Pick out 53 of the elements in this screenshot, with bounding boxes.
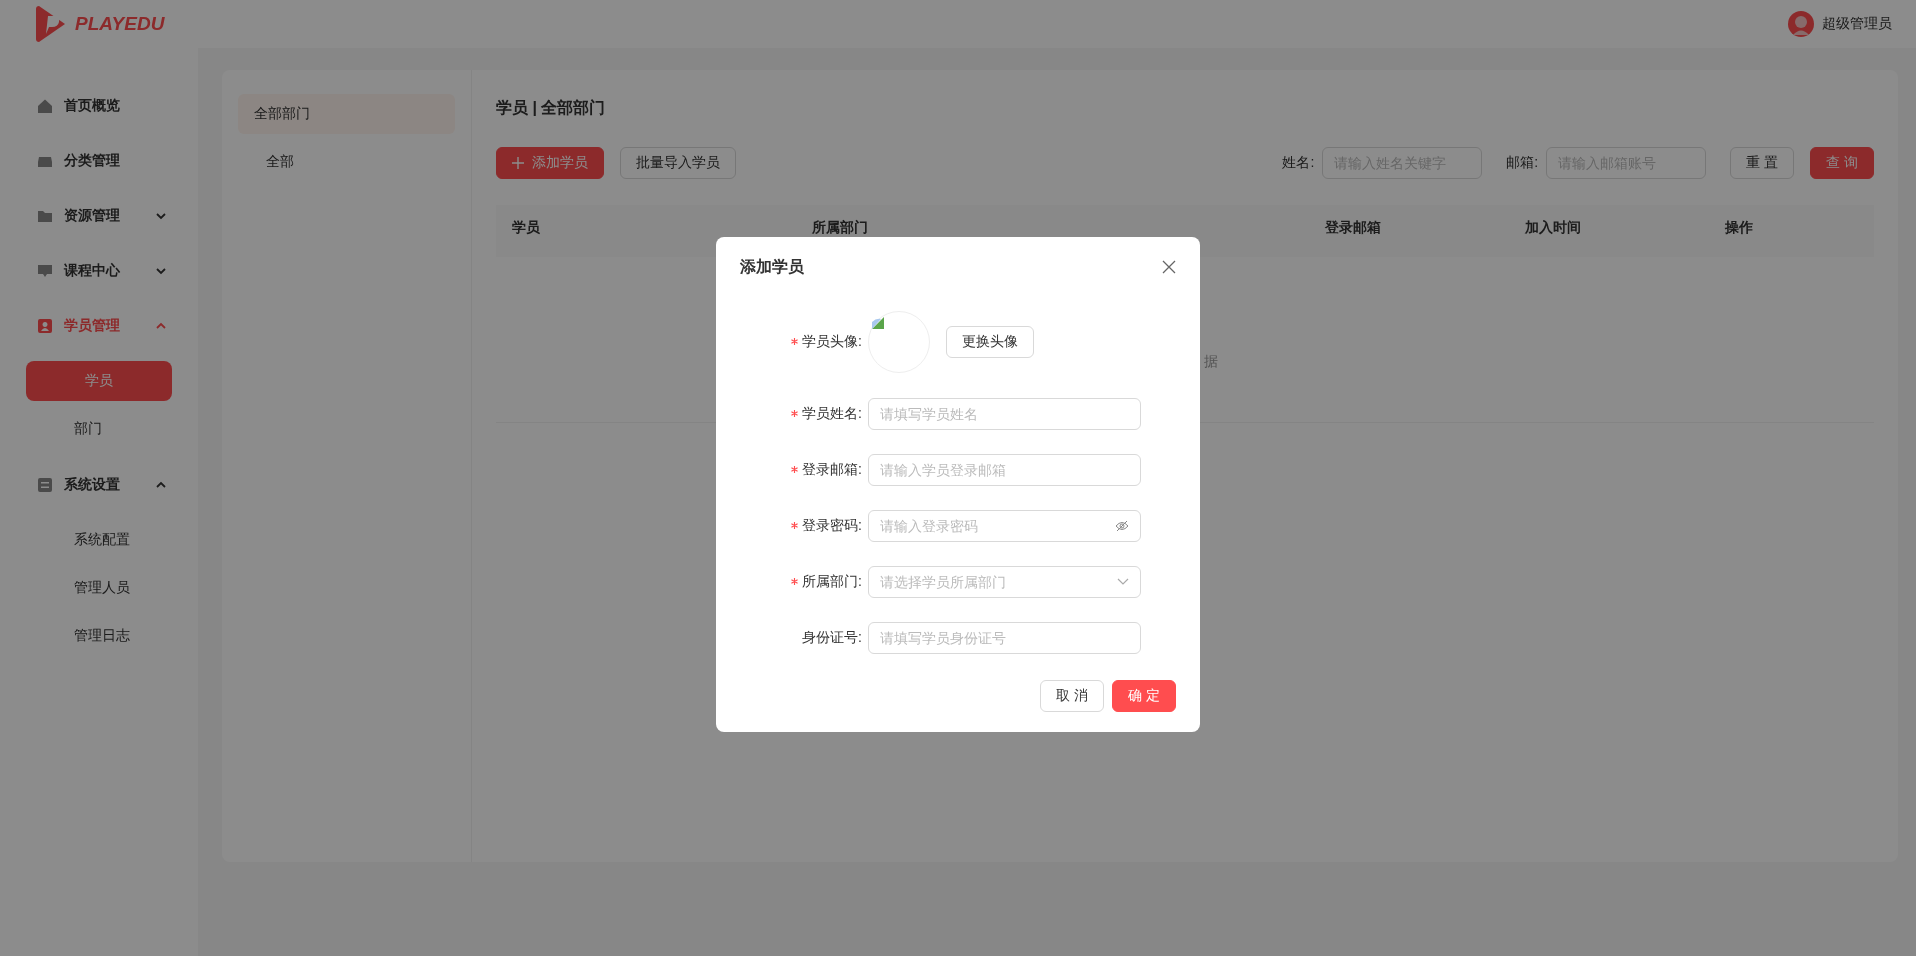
filter-label: 姓名: xyxy=(1282,154,1315,172)
close-icon[interactable] xyxy=(1162,260,1176,274)
department-select[interactable]: 请选择学员所属部门 xyxy=(868,565,1141,598)
sidebar-item[interactable]: 分类管理 xyxy=(0,133,198,188)
search-button[interactable]: 查 询 xyxy=(1810,147,1874,179)
add-button[interactable]: 添加学员 xyxy=(496,147,604,179)
column-header: 操作 xyxy=(1724,219,1753,237)
list-icon xyxy=(37,476,53,493)
column-header: 加入时间 xyxy=(1524,219,1582,237)
field-label: 登录密码: xyxy=(802,516,862,535)
sidebar-item[interactable]: 首页概览 xyxy=(0,78,198,133)
input-field[interactable]: 请输入学员登录邮箱 xyxy=(868,453,1141,486)
empty-text: 据 xyxy=(1204,353,1218,371)
column-header: 登录邮箱 xyxy=(1324,219,1382,237)
sidebar-item[interactable]: 课程中心 xyxy=(0,243,198,298)
broken-image-icon xyxy=(871,315,885,330)
input-field[interactable]: 请填写学员姓名 xyxy=(868,397,1141,430)
sidebar-subitem[interactable]: 管理日志 xyxy=(26,616,172,656)
chevron-down-icon xyxy=(1117,577,1129,586)
plus-icon xyxy=(512,157,524,169)
sidebar-item[interactable]: 资源管理 xyxy=(0,188,198,243)
page-title: 学员 | 全部部门 xyxy=(496,98,607,118)
brand-name: PLAYEDU xyxy=(75,13,165,35)
column-header: 所属部门 xyxy=(811,219,869,237)
change-avatar-button[interactable]: 更换头像 xyxy=(946,325,1034,358)
reset-button[interactable]: 重 置 xyxy=(1730,147,1795,179)
filter-label: 邮箱: xyxy=(1506,154,1539,172)
sidebar-subitem[interactable]: 系统配置 xyxy=(26,520,172,560)
input-field[interactable]: 请填写学员身份证号 xyxy=(868,621,1141,654)
sidebar-subitem[interactable]: 学员 xyxy=(26,361,172,401)
password-field[interactable]: 请输入登录密码 xyxy=(868,509,1141,542)
avatar-icon xyxy=(1788,11,1814,37)
sidebar-item[interactable]: 系统设置 xyxy=(0,457,198,512)
user-icon xyxy=(37,317,53,334)
field-label: 所属部门: xyxy=(802,572,862,591)
department-item[interactable]: 全部 xyxy=(238,142,455,182)
home-icon xyxy=(37,97,53,114)
field-label: 登录邮箱: xyxy=(802,460,862,479)
sidebar-subitem[interactable]: 部门 xyxy=(26,409,172,449)
import-button[interactable]: 批量导入学员 xyxy=(620,147,736,179)
play-logo-icon xyxy=(35,4,67,44)
column-header: 学员 xyxy=(511,219,541,237)
field-label: 学员姓名: xyxy=(802,404,862,423)
user-name: 超级管理员 xyxy=(1822,15,1892,33)
dialog-title: 添加学员 xyxy=(740,256,804,277)
confirm-button[interactable]: 确 定 xyxy=(1112,679,1176,712)
field-label: 身份证号: xyxy=(802,628,862,647)
eye-off-icon[interactable] xyxy=(1115,519,1129,532)
field-label: 学员头像: xyxy=(802,332,862,351)
screen-icon xyxy=(37,262,53,279)
department-item[interactable]: 全部部门 xyxy=(238,94,455,134)
sidebar-subitem[interactable]: 管理人员 xyxy=(26,568,172,608)
cancel-button[interactable]: 取 消 xyxy=(1040,679,1105,712)
